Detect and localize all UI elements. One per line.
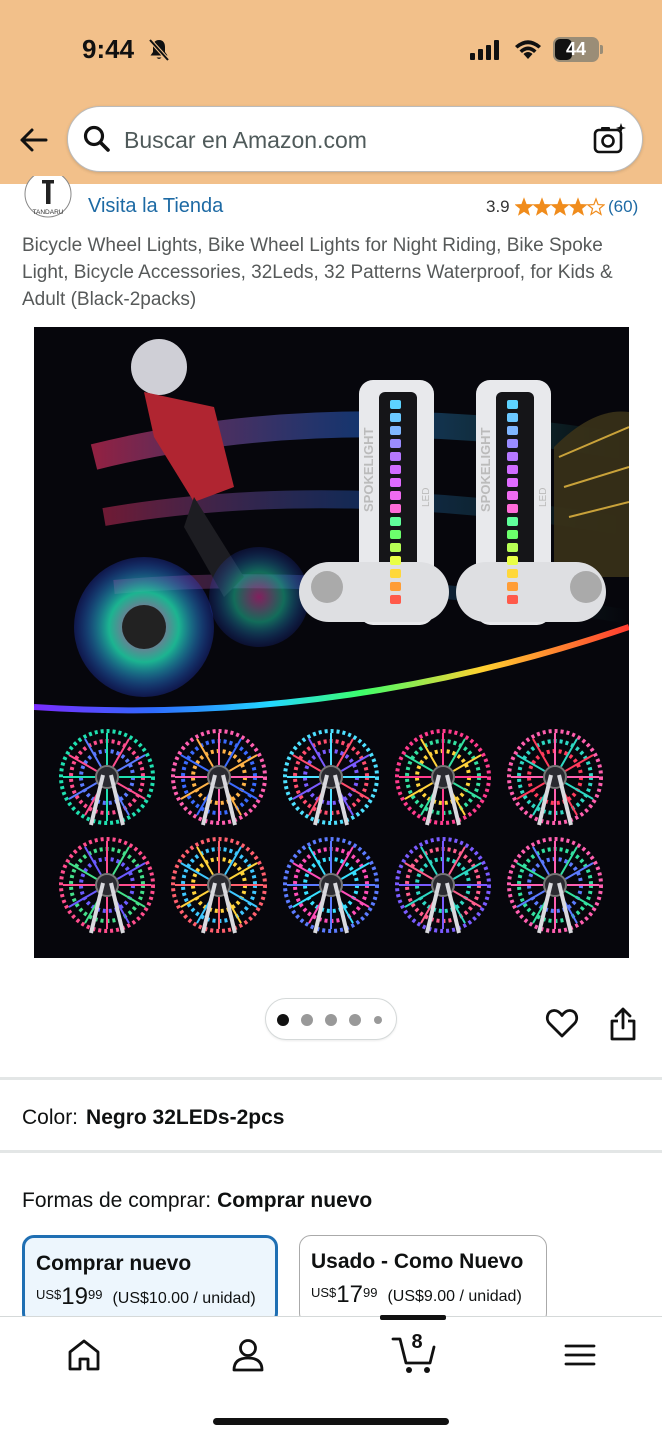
search-input[interactable]: Buscar en Amazon.com: [67, 106, 643, 172]
product-title: Bicycle Wheel Lights, Bike Wheel Lights …: [22, 235, 613, 310]
store-logo[interactable]: TANDARU: [22, 176, 74, 218]
option-price: US$ 17 99 (US$9.00 / unidad): [311, 1281, 522, 1309]
unit-price: (US$9.00 / unidad): [387, 1288, 522, 1305]
cart-count: 8: [411, 1331, 423, 1353]
rating-count-link[interactable]: (60): [608, 197, 638, 217]
star-icon: [532, 197, 552, 216]
buy-used-option[interactable]: Usado - Como Nuevo US$ 17 99 (US$9.00 / …: [299, 1235, 547, 1325]
battery-cap: [600, 45, 603, 54]
formas-label: Formas de comprar:: [22, 1189, 212, 1212]
buy-new-option[interactable]: Comprar nuevo US$ 19 99 (US$10.00 / unid…: [22, 1235, 278, 1325]
unit-price: (US$10.00 / unidad): [112, 1290, 256, 1307]
led-label: LED: [421, 488, 432, 507]
menu-icon[interactable]: [560, 1335, 600, 1375]
spokelight-label-2: SPOKELIGHT: [478, 427, 493, 512]
price-fraction: 99: [88, 1287, 103, 1302]
option-title: Usado - Como Nuevo: [311, 1250, 524, 1273]
option-price: US$ 19 99 (US$10.00 / unidad): [36, 1283, 256, 1311]
color-label: Color:: [22, 1106, 79, 1129]
cart-button[interactable]: 8: [390, 1329, 438, 1375]
camera-search-icon[interactable]: [592, 121, 628, 157]
star-icon: [568, 197, 588, 216]
section-divider: [0, 1077, 662, 1080]
carousel-dot[interactable]: [349, 1014, 361, 1026]
color-value: Negro 32LEDs-2pcs: [86, 1106, 285, 1129]
section-divider: [0, 1150, 662, 1153]
price-fraction: 99: [363, 1285, 378, 1300]
led-label-2: LED: [538, 488, 549, 507]
battery-level: 44: [565, 39, 587, 59]
heart-icon[interactable]: [545, 1007, 579, 1039]
image-carousel-dots[interactable]: [265, 998, 397, 1040]
price-whole: 19: [61, 1283, 88, 1310]
home-indicator: [213, 1418, 449, 1425]
status-time: 9:44: [82, 34, 135, 64]
formas-value: Comprar nuevo: [217, 1189, 373, 1212]
share-icon[interactable]: [608, 1006, 638, 1042]
carousel-dot[interactable]: [301, 1014, 313, 1026]
buying-options-header: Formas de comprar: Comprar nuevo: [22, 1189, 372, 1213]
price-currency: US$: [36, 1287, 62, 1302]
price-whole: 17: [336, 1281, 363, 1308]
visit-store-link[interactable]: Visita la Tienda: [88, 195, 223, 218]
store-logo-text: TANDARU: [33, 209, 64, 216]
color-selector[interactable]: Color: Negro 32LEDs-2pcs: [22, 1106, 284, 1130]
star-rating-icon[interactable]: [515, 197, 605, 217]
arrow-left-icon[interactable]: [18, 124, 50, 156]
product-image[interactable]: SPOKELIGHT LED SPOKELIGHT LED: [34, 327, 629, 958]
bell-slash-icon: [148, 38, 170, 62]
price-currency: US$: [311, 1285, 337, 1300]
wifi-icon: [515, 40, 541, 59]
home-icon[interactable]: [64, 1335, 104, 1375]
app-header: 9:44 44 Buscar en Amazon.com: [0, 0, 662, 184]
battery-icon: 44: [553, 37, 599, 62]
carousel-dot[interactable]: [374, 1016, 382, 1024]
rating-value: 3.9: [486, 197, 510, 216]
search-icon: [83, 125, 110, 152]
cellular-signal-icon: [470, 40, 499, 60]
star-icon: [550, 197, 570, 216]
star-icon: [515, 197, 534, 216]
search-placeholder: Buscar en Amazon.com: [124, 127, 367, 153]
carousel-dot[interactable]: [277, 1014, 289, 1026]
account-icon[interactable]: [228, 1335, 268, 1375]
star-icon: [586, 197, 605, 216]
carousel-dot[interactable]: [325, 1014, 337, 1026]
active-tab-indicator: [380, 1315, 446, 1320]
spokelight-label: SPOKELIGHT: [361, 427, 376, 512]
option-title: Comprar nuevo: [36, 1252, 192, 1275]
